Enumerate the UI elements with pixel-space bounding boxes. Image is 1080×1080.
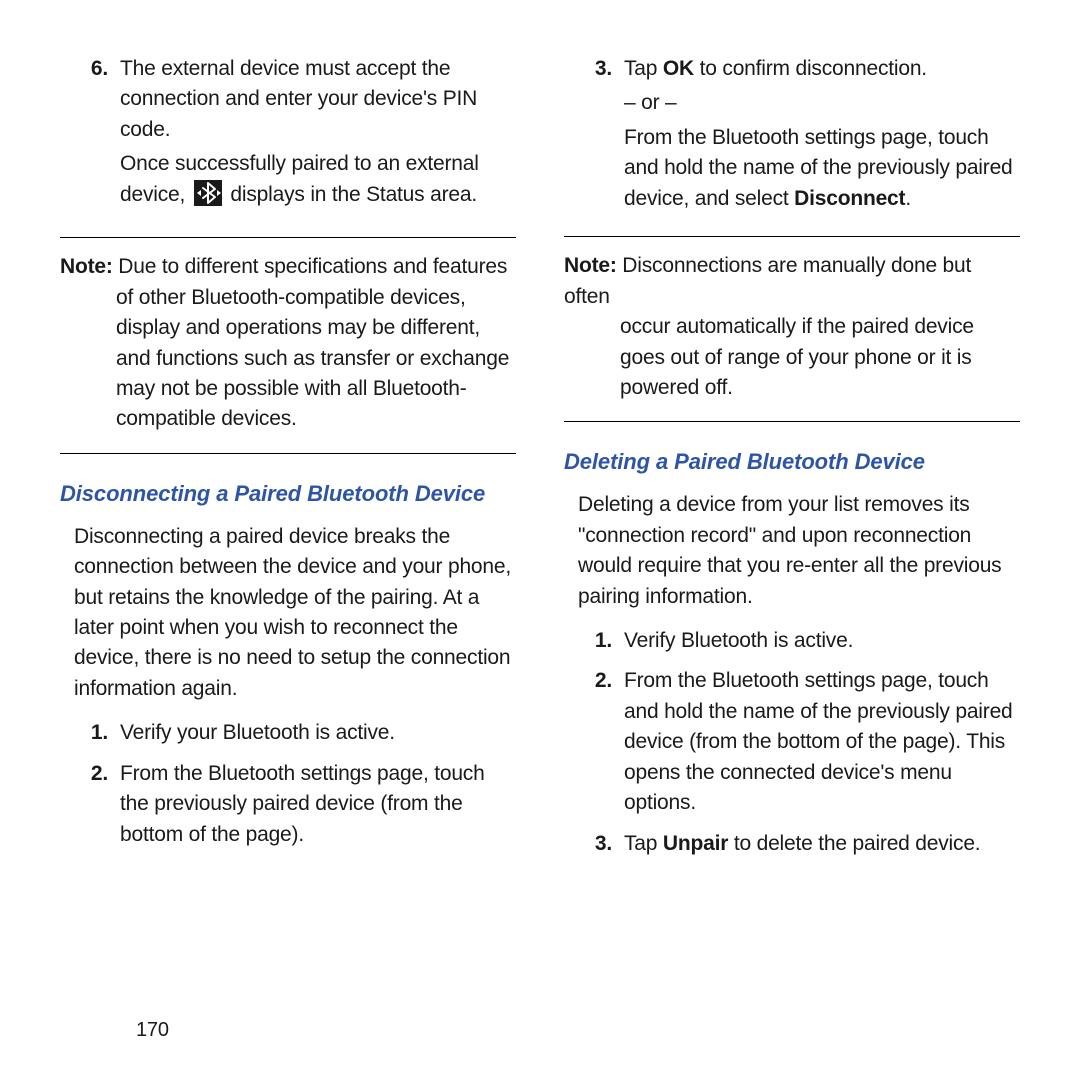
- divider: [60, 453, 516, 454]
- paragraph: Disconnecting a paired device breaks the…: [74, 522, 516, 705]
- text: The external device must accept the conn…: [120, 54, 516, 145]
- list-item: 3. Tap OK to confirm disconnection. – or…: [564, 54, 1020, 218]
- note-block: Note: Due to different specifications an…: [60, 252, 516, 435]
- text: Once successfully paired to an external …: [120, 149, 516, 215]
- item-body: Tap OK to confirm disconnection. – or – …: [624, 54, 1020, 218]
- item-number: 2.: [60, 759, 120, 850]
- text: Tap Unpair to delete the paired device.: [624, 829, 1020, 859]
- text-bold: Disconnect: [794, 187, 905, 210]
- note-label: Note:: [60, 255, 113, 278]
- text-bold: OK: [663, 57, 694, 80]
- item-number: 6.: [60, 54, 120, 219]
- text: to confirm disconnection.: [694, 57, 927, 80]
- list-item: 1. Verify your Bluetooth is active.: [60, 718, 516, 748]
- page-number: 170: [136, 1016, 169, 1045]
- item-number: 2.: [564, 666, 624, 818]
- text-bold: Unpair: [663, 832, 728, 855]
- note-block: Note: Disconnections are manually done b…: [564, 251, 1020, 403]
- list-item: 1. Verify Bluetooth is active.: [564, 626, 1020, 656]
- section-heading: Deleting a Paired Bluetooth Device: [564, 446, 1020, 478]
- left-column: 6. The external device must accept the c…: [60, 52, 516, 990]
- divider: [564, 421, 1020, 422]
- item-number: 1.: [60, 718, 120, 748]
- text: From the Bluetooth settings page, touch …: [120, 759, 516, 850]
- text: From the Bluetooth settings page, touch …: [624, 123, 1020, 214]
- text: to delete the paired device.: [728, 832, 980, 855]
- bluetooth-connected-icon: [194, 180, 222, 215]
- paragraph: Deleting a device from your list removes…: [578, 490, 1020, 612]
- list-item: 2. From the Bluetooth settings page, tou…: [564, 666, 1020, 818]
- divider: [60, 237, 516, 238]
- text: of other Bluetooth-compatible devices, d…: [60, 283, 516, 435]
- text: .: [905, 187, 911, 210]
- list-item: 3. Tap Unpair to delete the paired devic…: [564, 829, 1020, 859]
- text: displays in the Status area.: [225, 183, 477, 206]
- page: 6. The external device must accept the c…: [0, 0, 1080, 990]
- note-label: Note:: [564, 254, 617, 277]
- item-number: 1.: [564, 626, 624, 656]
- item-number: 3.: [564, 829, 624, 859]
- text: Disconnections are manually done but oft…: [564, 254, 971, 307]
- section-heading: Disconnecting a Paired Bluetooth Device: [60, 478, 516, 510]
- list-item: 6. The external device must accept the c…: [60, 54, 516, 219]
- item-body: The external device must accept the conn…: [120, 54, 516, 219]
- text: occur automatically if the paired device…: [564, 312, 1020, 403]
- text: Tap OK to confirm disconnection.: [624, 54, 1020, 84]
- text: Verify your Bluetooth is active.: [120, 718, 516, 748]
- text: Due to different specifications and feat…: [113, 255, 508, 278]
- divider: [564, 236, 1020, 237]
- text: Tap: [624, 832, 663, 855]
- text: Tap: [624, 57, 663, 80]
- text: From the Bluetooth settings page, touch …: [624, 666, 1020, 818]
- text: Verify Bluetooth is active.: [624, 626, 1020, 656]
- item-number: 3.: [564, 54, 624, 218]
- list-item: 2. From the Bluetooth settings page, tou…: [60, 759, 516, 850]
- right-column: 3. Tap OK to confirm disconnection. – or…: [564, 52, 1020, 990]
- text: – or –: [624, 88, 1020, 118]
